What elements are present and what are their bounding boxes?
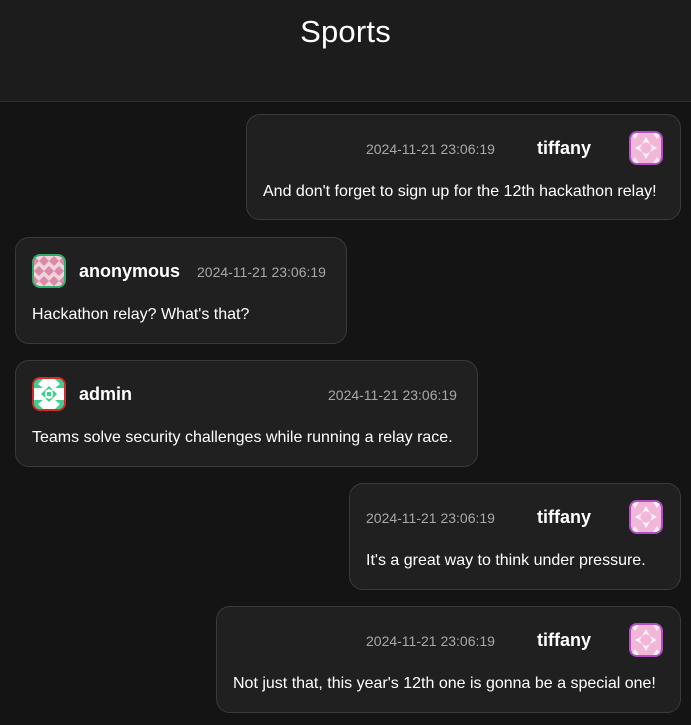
message-timestamp: 2024-11-21 23:06:19 xyxy=(328,387,457,403)
chat-message: 2024-11-21 23:06:19 tiffany It's a great… xyxy=(349,483,681,590)
message-username[interactable]: anonymous xyxy=(79,261,180,282)
message-timestamp: 2024-11-21 23:06:19 xyxy=(366,510,495,526)
message-username[interactable]: tiffany xyxy=(537,138,591,159)
message-text: Teams solve security challenges while ru… xyxy=(32,429,453,446)
message-timestamp: 2024-11-21 23:06:19 xyxy=(197,264,326,280)
message-text: And don't forget to sign up for the 12th… xyxy=(263,183,657,200)
message-username[interactable]: admin xyxy=(79,384,132,405)
channel-title: Sports xyxy=(300,14,391,49)
message-text: Not just that, this year's 12th one is g… xyxy=(233,675,656,692)
user-avatar-icon[interactable] xyxy=(629,500,663,534)
chat-message: 2024-11-21 23:06:19 tiffany And don't fo… xyxy=(246,114,681,220)
user-avatar-icon[interactable] xyxy=(629,131,663,165)
user-avatar-icon[interactable] xyxy=(32,254,66,288)
message-text: Hackathon relay? What's that? xyxy=(32,306,250,323)
user-avatar-icon[interactable] xyxy=(32,377,66,411)
channel-header: Sports xyxy=(0,0,691,102)
chat-message: admin 2024-11-21 23:06:19 Teams solve se… xyxy=(15,360,478,467)
message-username[interactable]: tiffany xyxy=(537,630,591,651)
message-username[interactable]: tiffany xyxy=(537,507,591,528)
message-text: It's a great way to think under pressure… xyxy=(366,552,646,569)
message-timestamp: 2024-11-21 23:06:19 xyxy=(366,141,495,157)
message-timestamp: 2024-11-21 23:06:19 xyxy=(366,633,495,649)
chat-message: 2024-11-21 23:06:19 tiffany Not just tha… xyxy=(216,606,681,713)
user-avatar-icon[interactable] xyxy=(629,623,663,657)
chat-message: anonymous 2024-11-21 23:06:19 Hackathon … xyxy=(15,237,347,344)
